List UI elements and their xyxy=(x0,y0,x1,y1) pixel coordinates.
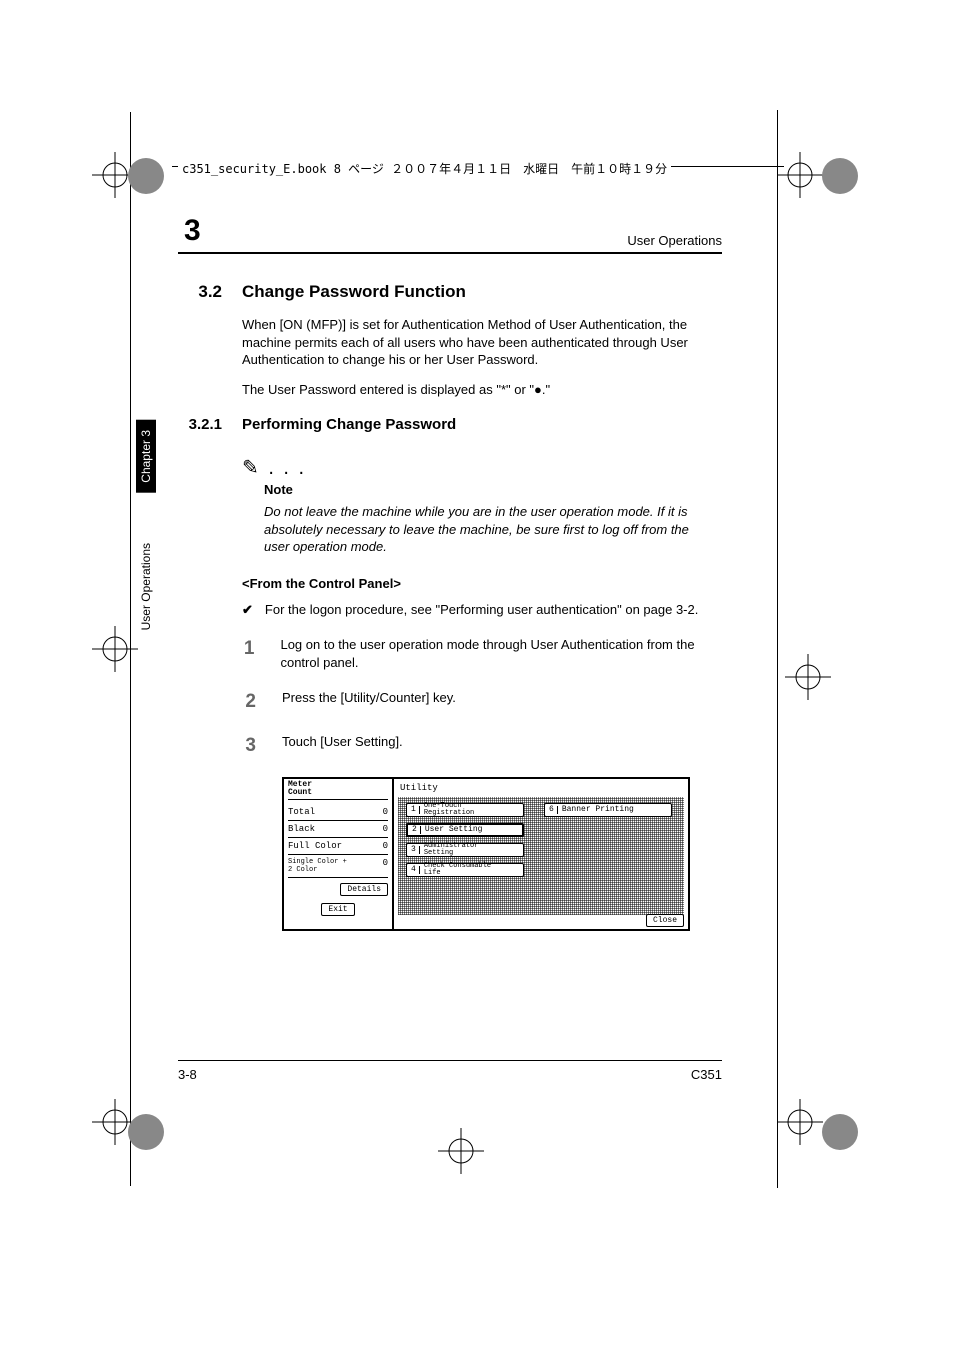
section-para: The User Password entered is displayed a… xyxy=(242,381,722,399)
utility-screenshot: Meter Count Total 0 Black 0 Full Color 0 Si… xyxy=(282,777,690,931)
print-guide-right xyxy=(777,110,778,1188)
section-tab: User Operations xyxy=(136,533,156,640)
meter-row-total: Total 0 xyxy=(288,804,388,821)
step-number: 2 xyxy=(242,689,256,715)
utility-panel: Utility 1 One-Touch Registration 2 User Se… xyxy=(394,779,688,929)
menu-number: 2 xyxy=(412,826,421,834)
utility-menu-area: 1 One-Touch Registration 2 User Setting 3A… xyxy=(398,797,684,915)
utility-title: Utility xyxy=(398,781,684,797)
page-footer: 3-8 C351 xyxy=(178,1060,722,1082)
menu-administrator-setting[interactable]: 3 Administrator Setting xyxy=(406,843,524,857)
book-header-text: c351_security_E.book 8 ページ ２００７年４月１１日 水曜… xyxy=(178,160,671,177)
meter-label: Black xyxy=(288,824,315,834)
note-icon: ✎ . . . xyxy=(242,455,722,480)
menu-number: 1 xyxy=(411,806,420,814)
meter-row-full-color: Full Color 0 xyxy=(288,838,388,855)
corner-dot-icon xyxy=(128,1114,164,1150)
close-button[interactable]: Close xyxy=(646,914,684,927)
meter-value: 0 xyxy=(383,807,388,817)
subsection-heading: 3.2.1 Performing Change Password xyxy=(178,416,722,433)
side-tab: Chapter 3 User Operations xyxy=(136,420,160,640)
meter-count-panel: Meter Count Total 0 Black 0 Full Color 0 Si… xyxy=(284,779,394,929)
menu-label: One-Touch Registration xyxy=(424,803,474,817)
menu-check-consumable-life[interactable]: 4 Check Consumable Life xyxy=(406,863,524,877)
meter-row-black: Black 0 xyxy=(288,821,388,838)
subsection-number: 3.2.1 xyxy=(178,416,222,433)
menu-number: 3 xyxy=(411,846,420,854)
checkmark-icon: ✔ xyxy=(242,601,253,619)
meter-count-title: Meter Count xyxy=(288,781,388,800)
corner-dot-icon xyxy=(128,158,164,194)
chapter-number: 3 xyxy=(178,214,201,248)
details-button[interactable]: Details xyxy=(340,883,388,896)
subsection-title: Performing Change Password xyxy=(242,416,456,433)
from-control-panel-heading: <From the Control Panel> xyxy=(242,576,722,591)
registration-mark-icon xyxy=(92,626,138,672)
menu-number: 4 xyxy=(411,866,420,874)
note-body: Do not leave the machine while you are i… xyxy=(264,503,712,556)
section-para: When [ON (MFP)] is set for Authenticatio… xyxy=(242,316,722,369)
registration-mark-icon xyxy=(438,1128,484,1174)
menu-one-touch-registration[interactable]: 1 One-Touch Registration xyxy=(406,803,524,817)
section-heading: 3.2 Change Password Function xyxy=(178,282,722,302)
menu-banner-printing[interactable]: 6 Banner Printing xyxy=(544,803,672,817)
registration-mark-icon xyxy=(777,152,823,198)
exit-button[interactable]: Exit xyxy=(321,903,354,916)
check-text: For the logon procedure, see "Performing… xyxy=(265,601,698,619)
step-text: Log on to the user operation mode throug… xyxy=(280,636,722,671)
step-text: Touch [User Setting]. xyxy=(282,733,403,759)
registration-mark-icon xyxy=(785,654,831,700)
step-3: 3 Touch [User Setting]. xyxy=(242,733,722,759)
running-head: User Operations xyxy=(627,233,722,248)
corner-dot-icon xyxy=(822,1114,858,1150)
model-number: C351 xyxy=(691,1067,722,1082)
step-2: 2 Press the [Utility/Counter] key. xyxy=(242,689,722,715)
note-label: Note xyxy=(264,482,722,497)
menu-number: 6 xyxy=(549,806,558,814)
step-text: Press the [Utility/Counter] key. xyxy=(282,689,456,715)
meter-value: 0 xyxy=(383,841,388,851)
menu-label: Check Consumable Life xyxy=(424,863,491,877)
meter-label: Single Color + 2 Color xyxy=(288,858,347,874)
menu-label: Administrator Setting xyxy=(424,843,479,857)
meter-label: Total xyxy=(288,807,315,817)
meter-row-single-color: Single Color + 2 Color 0 xyxy=(288,855,388,878)
page-header: 3 User Operations xyxy=(178,214,722,254)
meter-value: 0 xyxy=(383,858,388,874)
step-number: 3 xyxy=(242,733,256,759)
menu-user-setting[interactable]: 2 User Setting xyxy=(406,823,524,837)
corner-dot-icon xyxy=(822,158,858,194)
page-number: 3-8 xyxy=(178,1067,197,1082)
section-number: 3.2 xyxy=(178,282,222,302)
chapter-tab: Chapter 3 xyxy=(136,420,156,493)
step-1: 1 Log on to the user operation mode thro… xyxy=(242,636,722,671)
registration-mark-icon xyxy=(777,1099,823,1145)
menu-label: Banner Printing xyxy=(562,806,634,814)
check-item: ✔ For the logon procedure, see "Performi… xyxy=(242,601,722,619)
section-title: Change Password Function xyxy=(242,282,466,302)
meter-value: 0 xyxy=(383,824,388,834)
menu-label: User Setting xyxy=(425,826,483,834)
step-number: 1 xyxy=(242,636,254,671)
meter-label: Full Color xyxy=(288,841,342,851)
